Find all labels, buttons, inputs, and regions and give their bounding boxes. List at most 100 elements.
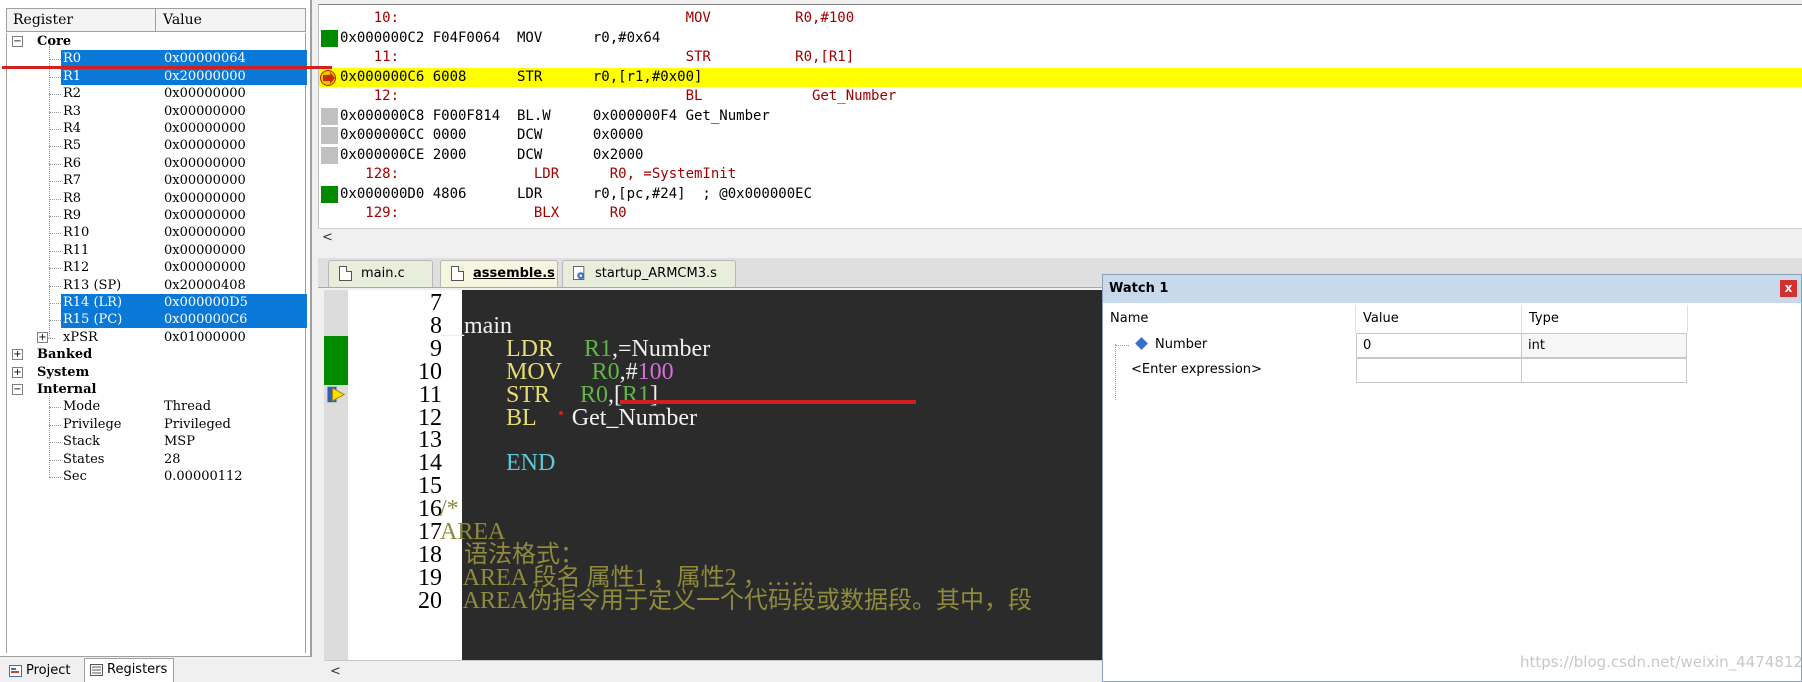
- register-row-r9[interactable]: R9 0x00000000: [7, 207, 307, 224]
- watch-value-cell[interactable]: 0: [1356, 333, 1522, 358]
- tree-connector: [49, 46, 50, 339]
- register-value[interactable]: MSP: [164, 433, 195, 450]
- register-column-header[interactable]: Register: [13, 12, 73, 28]
- register-value[interactable]: 0x00000000: [164, 155, 246, 172]
- internal-row-mode[interactable]: Mode Thread: [7, 398, 307, 415]
- tree-connector: [49, 303, 61, 304]
- register-value[interactable]: 0x00000000: [164, 137, 246, 154]
- watch-value-header[interactable]: Value: [1356, 305, 1522, 333]
- watch-name-header[interactable]: Name: [1103, 305, 1356, 333]
- internal-row-privilege[interactable]: Privilege Privileged: [7, 416, 307, 433]
- source-line[interactable]: 129: BLX R0: [319, 204, 1802, 223]
- register-row-r3[interactable]: R3 0x00000000: [7, 103, 307, 120]
- enter-expression-row[interactable]: <Enter expression>: [1103, 344, 1801, 400]
- register-name: Stack: [63, 434, 101, 450]
- disassembly-line[interactable]: 0x000000CC 0000 DCW 0x0000: [319, 126, 1802, 145]
- tree-banked[interactable]: + Banked: [7, 346, 307, 363]
- register-row-r2[interactable]: R2 0x00000000: [7, 85, 307, 102]
- tree-connector: [49, 268, 61, 270]
- collapse-icon[interactable]: −: [12, 384, 23, 395]
- current-instruction-line[interactable]: 0x000000C6 6008 STR r0,[r1,#0x00]: [319, 67, 1802, 87]
- editor-horizontal-scrollbar[interactable]: <: [324, 660, 1104, 682]
- disassembly-horizontal-scrollbar[interactable]: <: [318, 228, 1802, 247]
- register-row-r0[interactable]: R0 0x00000064: [7, 50, 307, 68]
- register-value[interactable]: Privileged: [164, 416, 231, 433]
- tree-connector: [49, 442, 61, 444]
- source-line[interactable]: 12: BL Get_Number: [319, 87, 1802, 106]
- register-value[interactable]: 0x00000000: [164, 259, 246, 276]
- watch-value-cell[interactable]: [1356, 358, 1522, 383]
- register-row-r8[interactable]: R8 0x00000000: [7, 190, 307, 207]
- register-row-r4[interactable]: R4 0x00000000: [7, 120, 307, 137]
- line-text: 0x000000CC 0000 DCW 0x0000: [340, 127, 644, 143]
- expand-icon[interactable]: +: [12, 349, 23, 361]
- register-row-xpsr[interactable]: + xPSR 0x01000000: [7, 329, 307, 346]
- collapse-icon[interactable]: −: [12, 36, 23, 47]
- close-icon[interactable]: x: [1780, 280, 1797, 297]
- disassembly-line[interactable]: 0x000000CE 2000 DCW 0x2000: [319, 146, 1802, 165]
- register-value[interactable]: Thread: [164, 398, 211, 415]
- expand-icon[interactable]: +: [37, 331, 48, 343]
- code-token: AREA伪指令用于定义一个代码段或数据段。其中，段: [440, 587, 1033, 614]
- register-name: R15 (PC): [63, 312, 123, 328]
- tab-assemble-s[interactable]: assemble.s: [440, 260, 558, 287]
- source-line[interactable]: 10: MOV R0,#100: [319, 9, 1802, 28]
- register-row-r6[interactable]: R6 0x00000000: [7, 155, 307, 172]
- internal-row-stack[interactable]: Stack MSP: [7, 433, 307, 450]
- expand-icon[interactable]: +: [12, 366, 23, 378]
- register-value[interactable]: 0x01000000: [164, 329, 246, 346]
- annotation-red-line: [2, 66, 332, 69]
- watch-title-bar[interactable]: Watch 1 x: [1103, 275, 1801, 303]
- watch-name-cell[interactable]: Number: [1103, 333, 1356, 358]
- register-value[interactable]: 0x00000000: [164, 85, 246, 102]
- register-row-r5[interactable]: R5 0x00000000: [7, 137, 307, 154]
- register-row-r11[interactable]: R11 0x00000000: [7, 242, 307, 259]
- scroll-left-arrow-icon[interactable]: <: [322, 230, 333, 245]
- source-line[interactable]: 128: LDR R0, =SystemInit: [319, 165, 1802, 184]
- watch-column-headers: Name Value Type: [1103, 305, 1801, 333]
- register-value[interactable]: 0x000000D5: [164, 294, 248, 311]
- tree-system[interactable]: + System: [7, 364, 307, 381]
- disassembly-line[interactable]: 0x000000C2 F04F0064 MOV r0,#0x64: [319, 29, 1802, 48]
- internal-row-states[interactable]: States 28: [7, 451, 307, 468]
- value-column-header[interactable]: Value: [163, 12, 202, 28]
- register-row-r14-lr[interactable]: R14 (LR) 0x000000D5: [7, 294, 307, 311]
- code-editor[interactable]: 7 8 __main 9 LDR R1,=Number 10 MOV R0,#100 11…: [324, 290, 1104, 660]
- register-value[interactable]: 0x00000064: [164, 50, 246, 67]
- register-row-r13-sp[interactable]: R13 (SP) 0x20000408: [7, 277, 307, 294]
- register-row-r12[interactable]: R12 0x00000000: [7, 259, 307, 276]
- tree-internal[interactable]: − Internal: [7, 381, 307, 398]
- register-row-r1[interactable]: R1 0x20000000: [7, 67, 307, 85]
- register-value[interactable]: 0x00000000: [164, 242, 246, 259]
- register-value[interactable]: 0x20000408: [164, 277, 246, 294]
- register-row-r10[interactable]: R10 0x00000000: [7, 224, 307, 241]
- register-value[interactable]: 0.00000112: [164, 468, 243, 485]
- tab-startup-armcm3-s[interactable]: startup_ARMCM3.s: [562, 260, 736, 287]
- register-row-r15-pc[interactable]: R15 (PC) 0x000000C6: [7, 311, 307, 329]
- register-value[interactable]: 28: [164, 451, 181, 468]
- disassembly-line[interactable]: 0x000000D0 4806 LDR r0,[pc,#24] ; @0x000…: [319, 185, 1802, 204]
- watch-type-header[interactable]: Type: [1522, 305, 1688, 333]
- watch-row[interactable]: Number 0 int: [1103, 333, 1801, 358]
- register-value[interactable]: 0x00000000: [164, 103, 246, 120]
- register-value[interactable]: 0x00000000: [164, 172, 246, 189]
- tree-core[interactable]: − Core: [7, 33, 307, 50]
- source-line[interactable]: 11: STR R0,[R1]: [319, 48, 1802, 67]
- disassembly-line[interactable]: 0x000000C8 F000F814 BL.W 0x000000F4 Get_…: [319, 107, 1802, 126]
- register-value[interactable]: 0x00000000: [164, 207, 246, 224]
- tab-main-c[interactable]: main.c: [328, 260, 433, 287]
- registers-tree: − Core R0 0x00000064 R1 0x20000000 R2 0x0000000…: [6, 33, 307, 653]
- internal-row-sec[interactable]: Sec 0.00000112: [7, 468, 307, 485]
- register-value[interactable]: 0x20000000: [164, 68, 246, 85]
- scroll-left-arrow-icon[interactable]: <: [330, 664, 341, 679]
- register-value[interactable]: 0x000000C6: [164, 311, 247, 328]
- tab-project[interactable]: Project: [4, 660, 76, 682]
- code-line[interactable]: 20 AREA伪指令用于定义一个代码段或数据段。其中，段: [324, 588, 1104, 614]
- register-value[interactable]: 0x00000000: [164, 190, 246, 207]
- tab-registers[interactable]: Registers: [84, 658, 175, 682]
- register-value[interactable]: 0x00000000: [164, 224, 246, 241]
- register-value[interactable]: 0x00000000: [164, 120, 246, 137]
- tree-connector: [49, 320, 61, 322]
- register-row-r7[interactable]: R7 0x00000000: [7, 172, 307, 189]
- enter-expression-input[interactable]: <Enter expression>: [1131, 358, 1262, 382]
